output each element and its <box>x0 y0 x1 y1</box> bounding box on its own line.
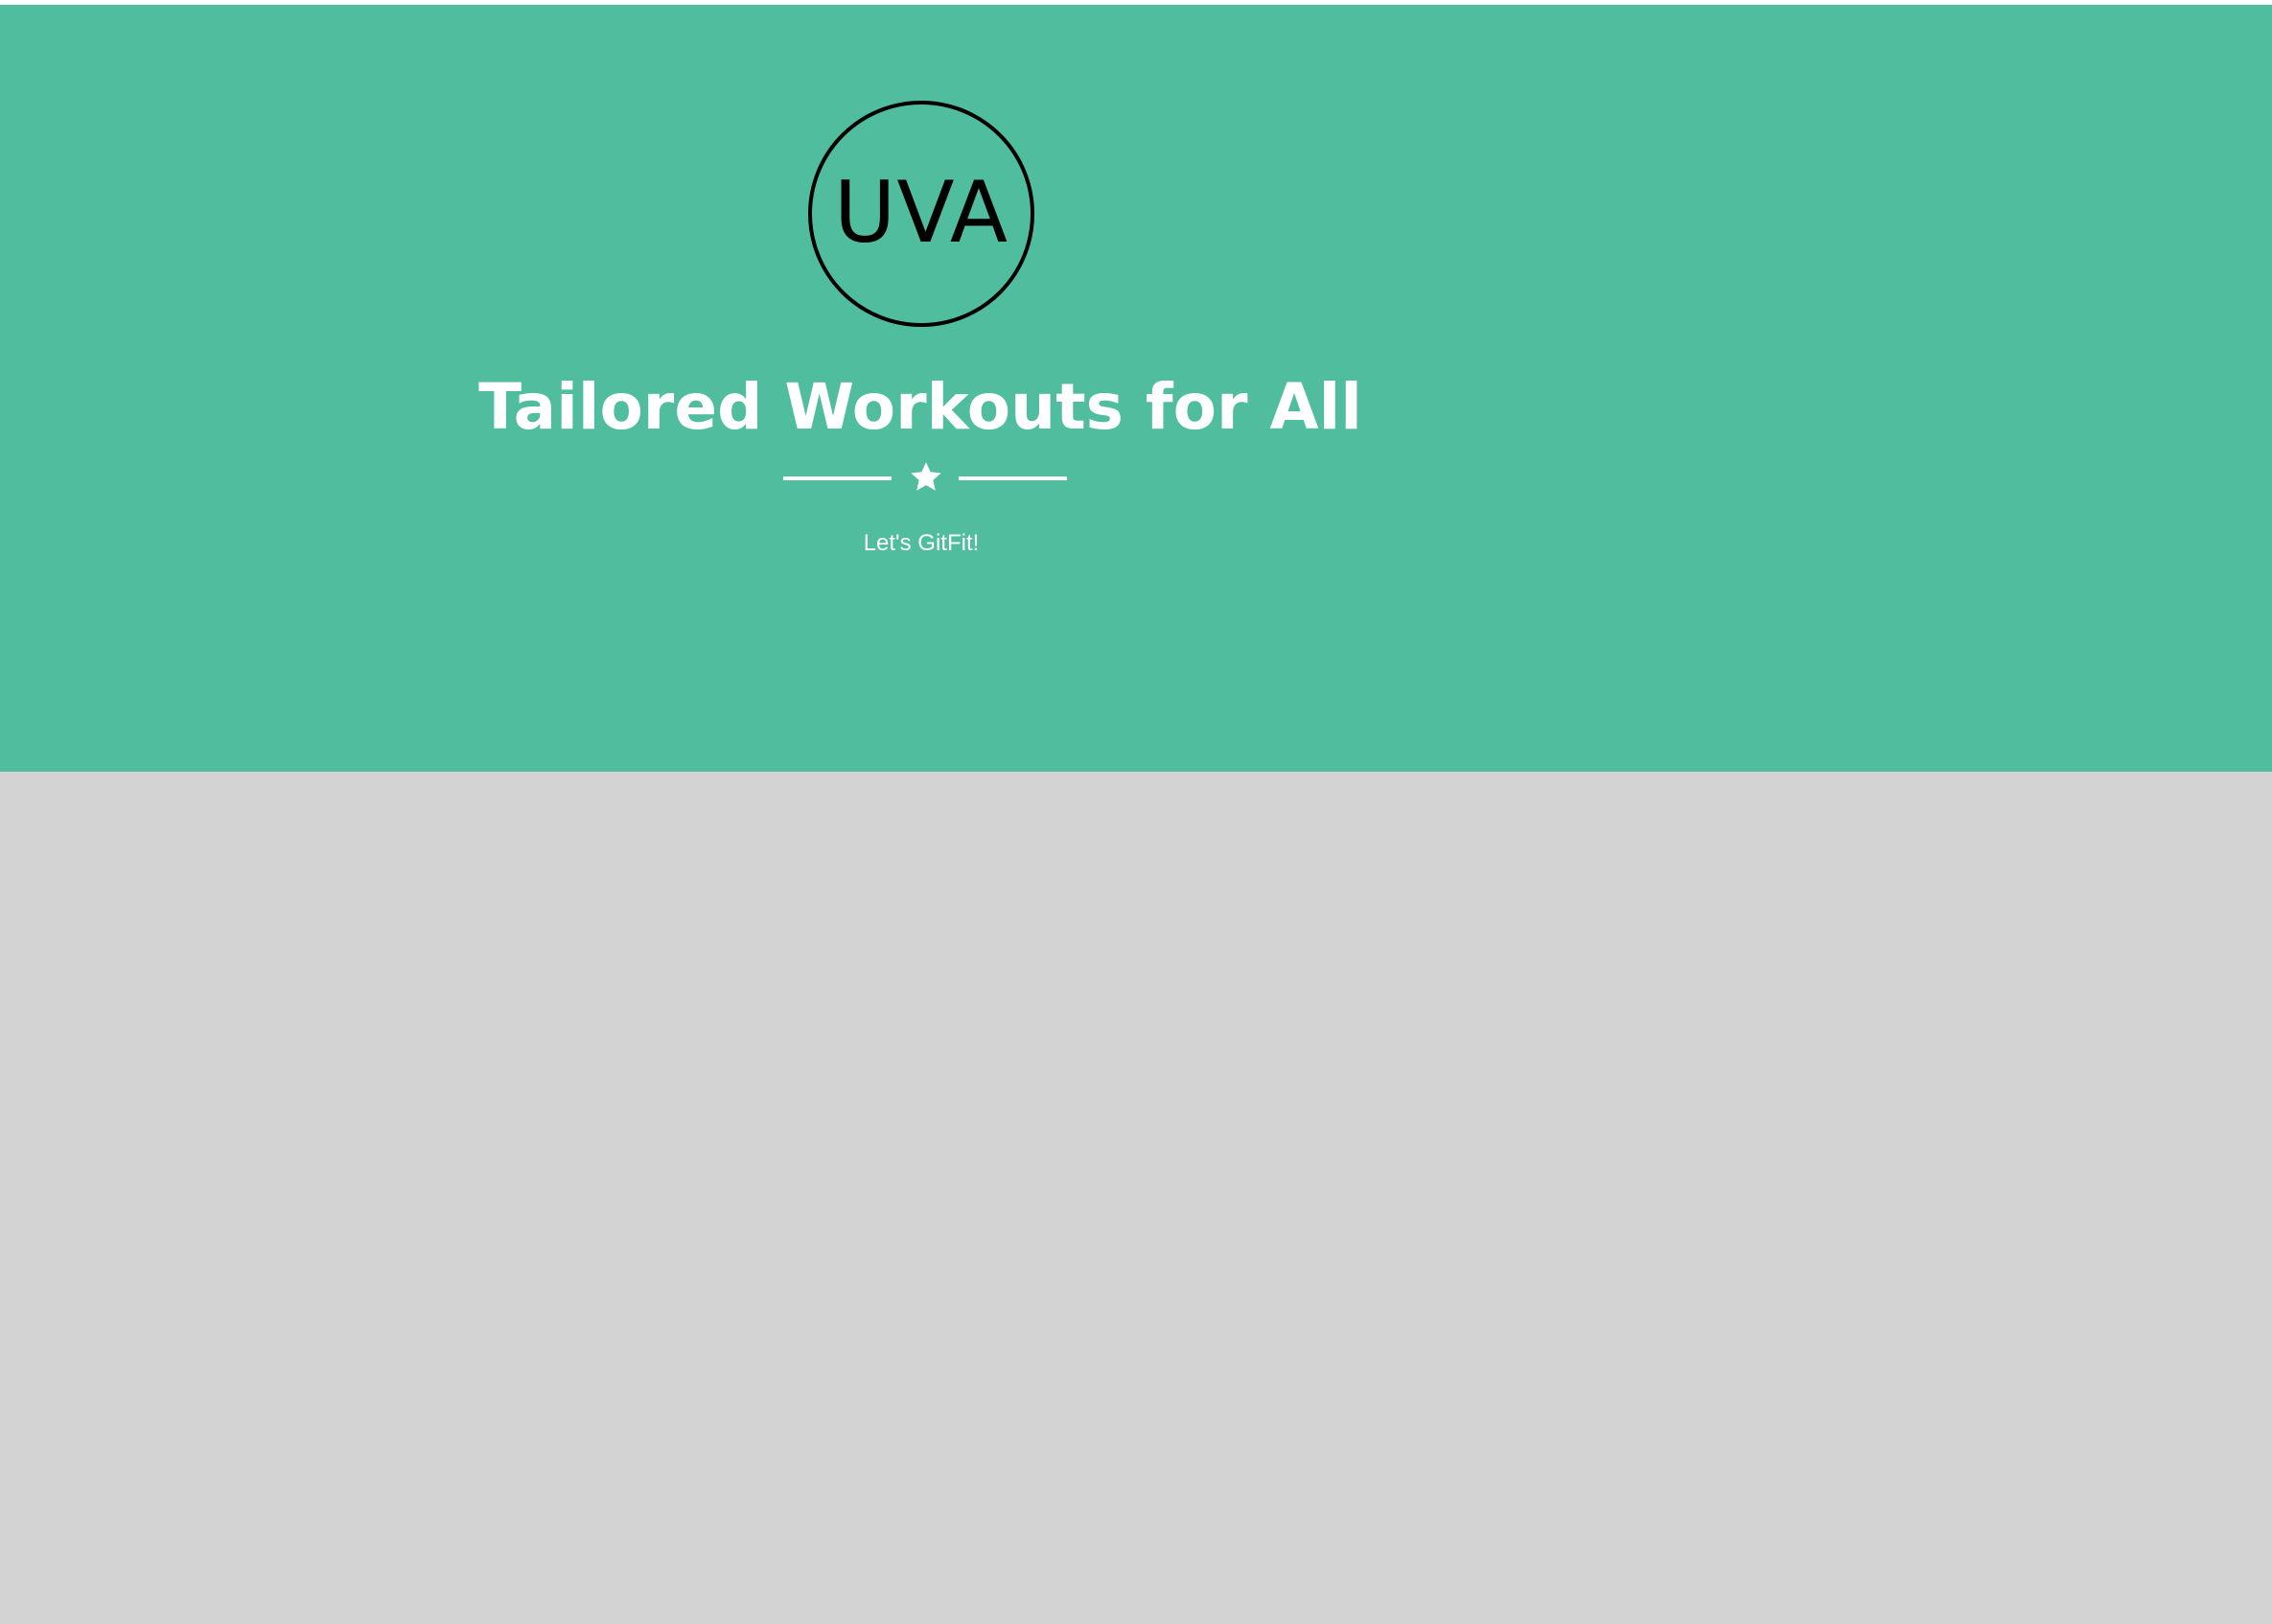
star-divider <box>783 455 1067 501</box>
hero-subtitle: Let's GitFit! <box>863 530 980 556</box>
divider-line-left <box>783 476 892 480</box>
page: UVA Tailored Workouts for All Let's GitF… <box>0 0 2272 1624</box>
hero-title: Tailored Workouts for All <box>478 370 1362 444</box>
hero-section: UVA Tailored Workouts for All Let's GitF… <box>0 5 2272 772</box>
star-icon <box>911 462 941 491</box>
content-area <box>0 772 2272 1624</box>
uva-logo: UVA <box>808 101 1034 327</box>
divider-line-right <box>959 476 1067 480</box>
logo-text: UVA <box>833 163 1009 262</box>
